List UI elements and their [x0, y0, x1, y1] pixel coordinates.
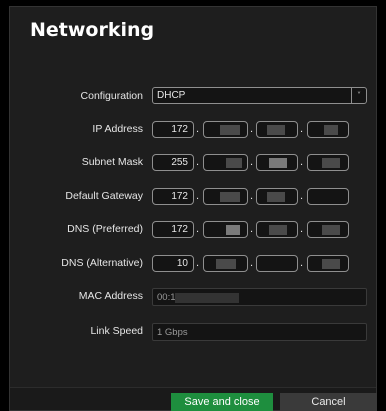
save-and-close-button[interactable]: Save and close — [171, 393, 273, 411]
subnet-octet-3[interactable] — [256, 154, 298, 171]
dns-alternative-octet-1[interactable]: 10 — [152, 255, 194, 272]
gateway-octet-2[interactable] — [203, 188, 248, 205]
gateway-octet-4[interactable] — [307, 188, 349, 205]
dns-alternative-label: DNS (Alternative) — [61, 257, 143, 269]
redacted-value — [220, 125, 240, 135]
chevron-down-icon[interactable]: ˅ — [351, 88, 366, 103]
subnet-separator: . — [250, 156, 254, 168]
ip-octet-1[interactable]: 172 — [152, 121, 194, 138]
dns-alternative-octet-4[interactable] — [307, 255, 349, 272]
dns-alternative-octet-3[interactable] — [256, 255, 298, 272]
redacted-value — [226, 158, 242, 168]
dns-alternative-separator: . — [250, 257, 254, 269]
mac-address-value: 00:1 — [157, 292, 176, 303]
dns-preferred-separator: . — [250, 223, 254, 235]
dns-preferred-separator: . — [300, 223, 304, 235]
gateway-octet-3[interactable] — [256, 188, 298, 205]
networking-dialog: Networking Configuration DHCP ˅ IP Addre… — [9, 6, 377, 411]
subnet-separator: . — [300, 156, 304, 168]
dialog-title: Networking — [30, 19, 155, 41]
redacted-value — [324, 125, 338, 135]
gateway-separator: . — [250, 190, 254, 202]
redacted-value — [322, 158, 340, 168]
redacted-value — [216, 259, 236, 269]
gateway-separator: . — [196, 190, 200, 202]
ip-octet-4[interactable] — [307, 121, 349, 138]
dns-alternative-separator: . — [300, 257, 304, 269]
cancel-button[interactable]: Cancel — [280, 393, 377, 411]
configuration-value: DHCP — [157, 90, 186, 101]
dns-alternative-octet-2[interactable] — [203, 255, 248, 272]
dns-preferred-label: DNS (Preferred) — [67, 223, 143, 235]
default-gateway-label: Default Gateway — [65, 190, 143, 202]
ip-octet-2[interactable] — [203, 121, 248, 138]
ip-separator: . — [196, 123, 200, 135]
redacted-value — [267, 192, 285, 202]
redacted-value — [267, 125, 285, 135]
ip-address-label: IP Address — [92, 123, 143, 135]
mac-address-label: MAC Address — [78, 290, 143, 302]
configuration-select[interactable]: DHCP ˅ — [152, 87, 367, 104]
subnet-octet-4[interactable] — [307, 154, 349, 171]
ip-separator: . — [300, 123, 304, 135]
link-speed-field: 1 Gbps — [152, 323, 367, 341]
subnet-octet-2[interactable] — [203, 154, 248, 171]
ip-octet-3[interactable] — [256, 121, 298, 138]
subnet-mask-label: Subnet Mask — [81, 156, 143, 168]
redacted-value — [269, 225, 287, 235]
redacted-value — [175, 293, 239, 303]
mac-address-field: 00:1 — [152, 288, 367, 306]
dns-preferred-octet-2[interactable] — [203, 221, 248, 238]
gateway-separator: . — [300, 190, 304, 202]
dns-preferred-octet-3[interactable] — [256, 221, 298, 238]
link-speed-value: 1 Gbps — [157, 327, 188, 338]
dns-alternative-separator: . — [196, 257, 200, 269]
redacted-value — [322, 225, 340, 235]
configuration-label: Configuration — [80, 90, 143, 102]
subnet-separator: . — [196, 156, 200, 168]
redacted-value — [226, 225, 240, 235]
redacted-value — [269, 158, 287, 168]
dns-preferred-octet-4[interactable] — [307, 221, 349, 238]
link-speed-label: Link Speed — [90, 325, 143, 337]
redacted-value — [220, 192, 240, 202]
subnet-octet-1[interactable]: 255 — [152, 154, 194, 171]
ip-separator: . — [250, 123, 254, 135]
gateway-octet-1[interactable]: 172 — [152, 188, 194, 205]
dns-preferred-octet-1[interactable]: 172 — [152, 221, 194, 238]
redacted-value — [322, 259, 340, 269]
dns-preferred-separator: . — [196, 223, 200, 235]
